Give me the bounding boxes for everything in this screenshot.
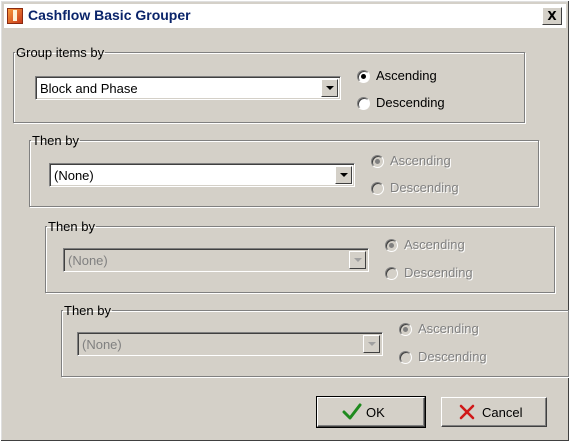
then-by-legend-3: Then by bbox=[64, 303, 111, 318]
chevron-down-icon bbox=[363, 335, 380, 353]
close-button[interactable]: X bbox=[542, 7, 562, 25]
ascending-label-2: Ascending bbox=[390, 153, 451, 168]
group-by-select-4: (None) bbox=[77, 332, 383, 356]
descending-label-2: Descending bbox=[390, 180, 459, 195]
descending-label-3: Descending bbox=[404, 265, 473, 280]
group-by-select-2[interactable]: (None) bbox=[49, 163, 355, 187]
descending-radio-2[interactable] bbox=[371, 182, 384, 195]
ascending-label-4: Ascending bbox=[418, 321, 479, 336]
ascending-radio-3 bbox=[385, 239, 398, 252]
close-icon: X bbox=[547, 9, 557, 23]
descending-radio-4 bbox=[399, 351, 412, 364]
chevron-down-icon[interactable] bbox=[335, 166, 352, 184]
group-by-select-3-value: (None) bbox=[68, 253, 108, 268]
then-by-legend-1: Then by bbox=[32, 133, 79, 148]
ok-label: OK bbox=[366, 405, 385, 420]
group-by-select-3: (None) bbox=[63, 248, 369, 272]
cancel-label: Cancel bbox=[482, 405, 523, 420]
group-by-select-1-value: Block and Phase bbox=[40, 81, 138, 96]
app-icon bbox=[7, 8, 23, 24]
grouper-dialog: Cashflow Basic Grouper X Group items by … bbox=[0, 0, 570, 442]
then-by-legend-2: Then by bbox=[48, 219, 95, 234]
chevron-down-icon bbox=[349, 251, 366, 269]
group-by-select-1[interactable]: Block and Phase bbox=[35, 76, 341, 100]
ok-button[interactable]: OK bbox=[316, 396, 426, 428]
x-icon bbox=[458, 403, 476, 424]
ascending-label-1: Ascending bbox=[376, 68, 437, 83]
descending-radio-1[interactable] bbox=[357, 97, 370, 110]
window-title: Cashflow Basic Grouper bbox=[28, 7, 191, 23]
group-by-select-4-value: (None) bbox=[82, 337, 122, 352]
ascending-radio-2[interactable] bbox=[371, 155, 384, 168]
group-items-by-legend: Group items by bbox=[16, 45, 105, 60]
ascending-label-3: Ascending bbox=[404, 237, 465, 252]
chevron-down-icon[interactable] bbox=[321, 79, 338, 97]
descending-label-4: Descending bbox=[418, 349, 487, 364]
descending-label-1: Descending bbox=[376, 95, 445, 110]
descending-radio-3 bbox=[385, 267, 398, 280]
title-bar[interactable]: Cashflow Basic Grouper X bbox=[4, 4, 566, 28]
group-by-select-2-value: (None) bbox=[54, 168, 94, 183]
checkmark-icon bbox=[342, 403, 362, 424]
ascending-radio-1[interactable] bbox=[357, 70, 370, 83]
cancel-button[interactable]: Cancel bbox=[441, 397, 547, 427]
ascending-radio-4 bbox=[399, 323, 412, 336]
